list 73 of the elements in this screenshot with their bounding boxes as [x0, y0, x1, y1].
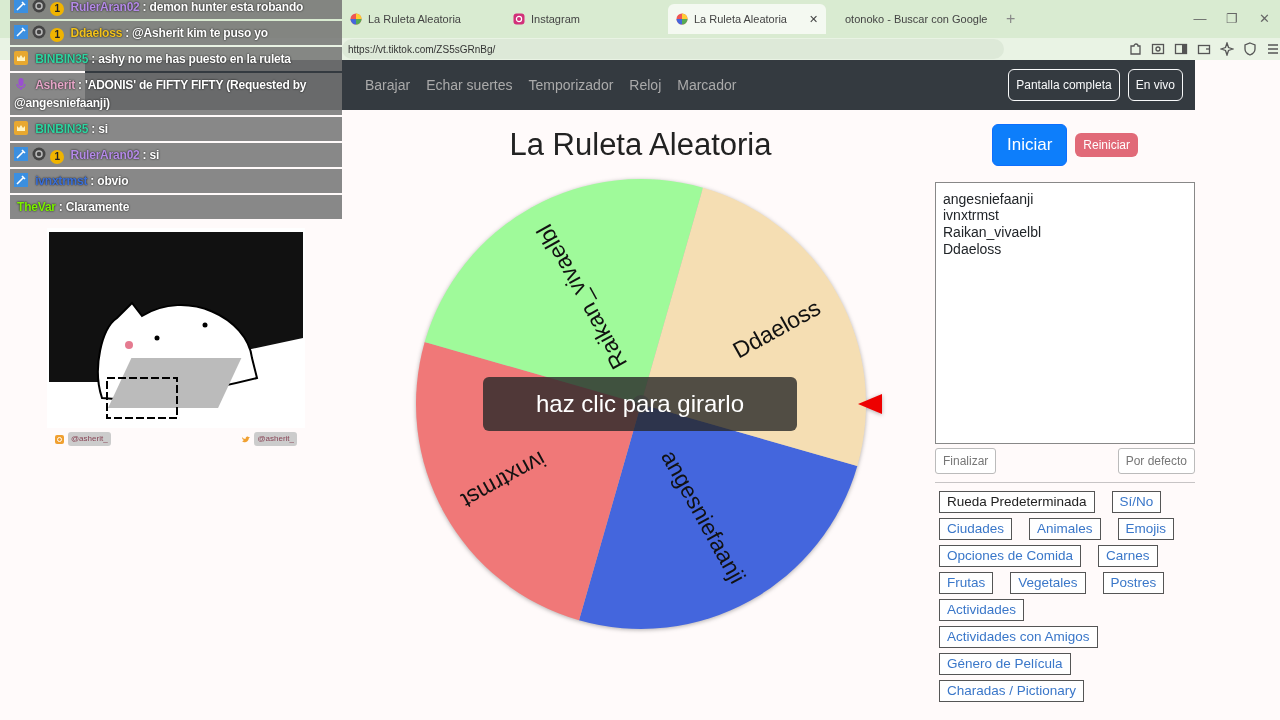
- finish-button[interactable]: Finalizar: [935, 447, 997, 474]
- nav-link[interactable]: Marcador: [677, 74, 737, 96]
- sparkle-icon: [1220, 42, 1234, 56]
- coin-badge: 1: [50, 28, 65, 42]
- capture-icon: [1151, 42, 1165, 56]
- menu-icon: [1266, 42, 1280, 56]
- chat-message: TheVar : Claramente: [10, 195, 342, 219]
- preset-button[interactable]: Carnes: [1098, 544, 1158, 567]
- chat-message: BINBIN35 : si: [10, 117, 342, 141]
- wheel-icon: [676, 13, 688, 25]
- sword-badge-icon: [14, 147, 28, 161]
- nav-link[interactable]: Echar suertes: [426, 74, 513, 96]
- preset-button[interactable]: Sí/No: [1111, 490, 1162, 513]
- chat-message: 1 Ddaeloss : @Asherit kim te puso yo: [10, 21, 342, 45]
- chat-message: 1 RulerAran02 : demon hunter esta robando: [10, 0, 342, 19]
- social-handle: @asherit_: [254, 432, 297, 446]
- social-handle: @asherit_: [68, 432, 111, 446]
- preset-button[interactable]: Rueda Predeterminada: [939, 490, 1095, 513]
- preset-button[interactable]: Emojis: [1117, 517, 1175, 540]
- reset-button[interactable]: Reiniciar: [1075, 132, 1138, 157]
- default-button[interactable]: Por defecto: [1117, 447, 1195, 474]
- preset-button[interactable]: Actividades: [939, 598, 1025, 621]
- window-control-button[interactable]: ❐: [1216, 8, 1248, 30]
- address-field[interactable]: https://vt.tiktok.com/ZS5sGRnBg/: [342, 39, 1004, 59]
- page-title: La Ruleta Aleatoria: [508, 126, 773, 164]
- new-tab-button[interactable]: +: [1000, 6, 1022, 32]
- pointer-icon: [858, 394, 882, 415]
- chat-message: ivnxtrmst : obvio: [10, 169, 342, 193]
- gear-badge-icon: [32, 25, 47, 39]
- coin-badge: 1: [50, 150, 65, 164]
- preset-button[interactable]: Postres: [1102, 571, 1165, 594]
- wallet-icon: [1197, 42, 1211, 56]
- nav-link[interactable]: Reloj: [629, 74, 662, 96]
- wheel-icon: [350, 13, 362, 25]
- chat-message: Asherit : 'ADONIS' de FIFTY FIFTY (Requested by @angesniefaanji): [10, 73, 342, 115]
- browser-tab[interactable]: Instagram: [505, 4, 663, 34]
- crown-badge-icon: [14, 121, 28, 135]
- coin-badge: 1: [50, 2, 65, 16]
- nav-link[interactable]: Barajar: [365, 74, 411, 96]
- nav-button[interactable]: En vivo: [1127, 69, 1183, 101]
- preset-button[interactable]: Frutas: [939, 571, 994, 594]
- preset-button[interactable]: Charadas / Pictionary: [939, 679, 1085, 702]
- window-control-button[interactable]: —: [1184, 8, 1216, 30]
- preset-button[interactable]: Ciudades: [939, 517, 1013, 540]
- gear-badge-icon: [32, 147, 47, 161]
- browser-tab[interactable]: La Ruleta Aleatoria ✕: [668, 4, 826, 34]
- entries-field[interactable]: angesniefaanji ivnxtrmst Raikan_vivaelbl Ddaeloss: [935, 181, 1195, 444]
- preset-button[interactable]: Actividades con Amigos: [939, 625, 1098, 648]
- start-button[interactable]: Iniciar: [991, 124, 1068, 166]
- browser-tab[interactable]: La Ruleta Aleatoria: [342, 4, 500, 34]
- window-control-button[interactable]: ✕: [1248, 8, 1280, 30]
- chat-message: BINBIN35 : ashy no me has puesto en la ruleta: [10, 47, 342, 71]
- nav-link[interactable]: Temporizador: [528, 74, 614, 96]
- preset-button[interactable]: Vegetales: [1010, 571, 1086, 594]
- sword-badge-icon: [14, 0, 28, 13]
- shield-icon: [1243, 42, 1257, 56]
- microphone-badge-icon: [14, 77, 28, 91]
- crown-badge-icon: [14, 51, 28, 65]
- sidebar-icon: [1174, 42, 1188, 56]
- nav-button[interactable]: Pantalla completa: [1008, 69, 1120, 101]
- preset-button[interactable]: Opciones de Comida: [939, 544, 1082, 567]
- camera-icon: [55, 434, 64, 444]
- chat-message: 1 RulerAran02 : si: [10, 143, 342, 167]
- preset-button[interactable]: Animales: [1029, 517, 1101, 540]
- gear-badge-icon: [32, 0, 47, 13]
- bird-icon: [241, 434, 251, 444]
- extension-icon: [1128, 42, 1142, 56]
- spin-prompt[interactable]: haz clic para girarlo: [483, 377, 797, 432]
- preset-button[interactable]: Género de Película: [939, 652, 1071, 675]
- sword-badge-icon: [14, 173, 28, 187]
- camera-icon: [513, 13, 525, 25]
- sword-badge-icon: [14, 25, 28, 39]
- browser-tab[interactable]: otonoko - Buscar con Google: [831, 4, 989, 34]
